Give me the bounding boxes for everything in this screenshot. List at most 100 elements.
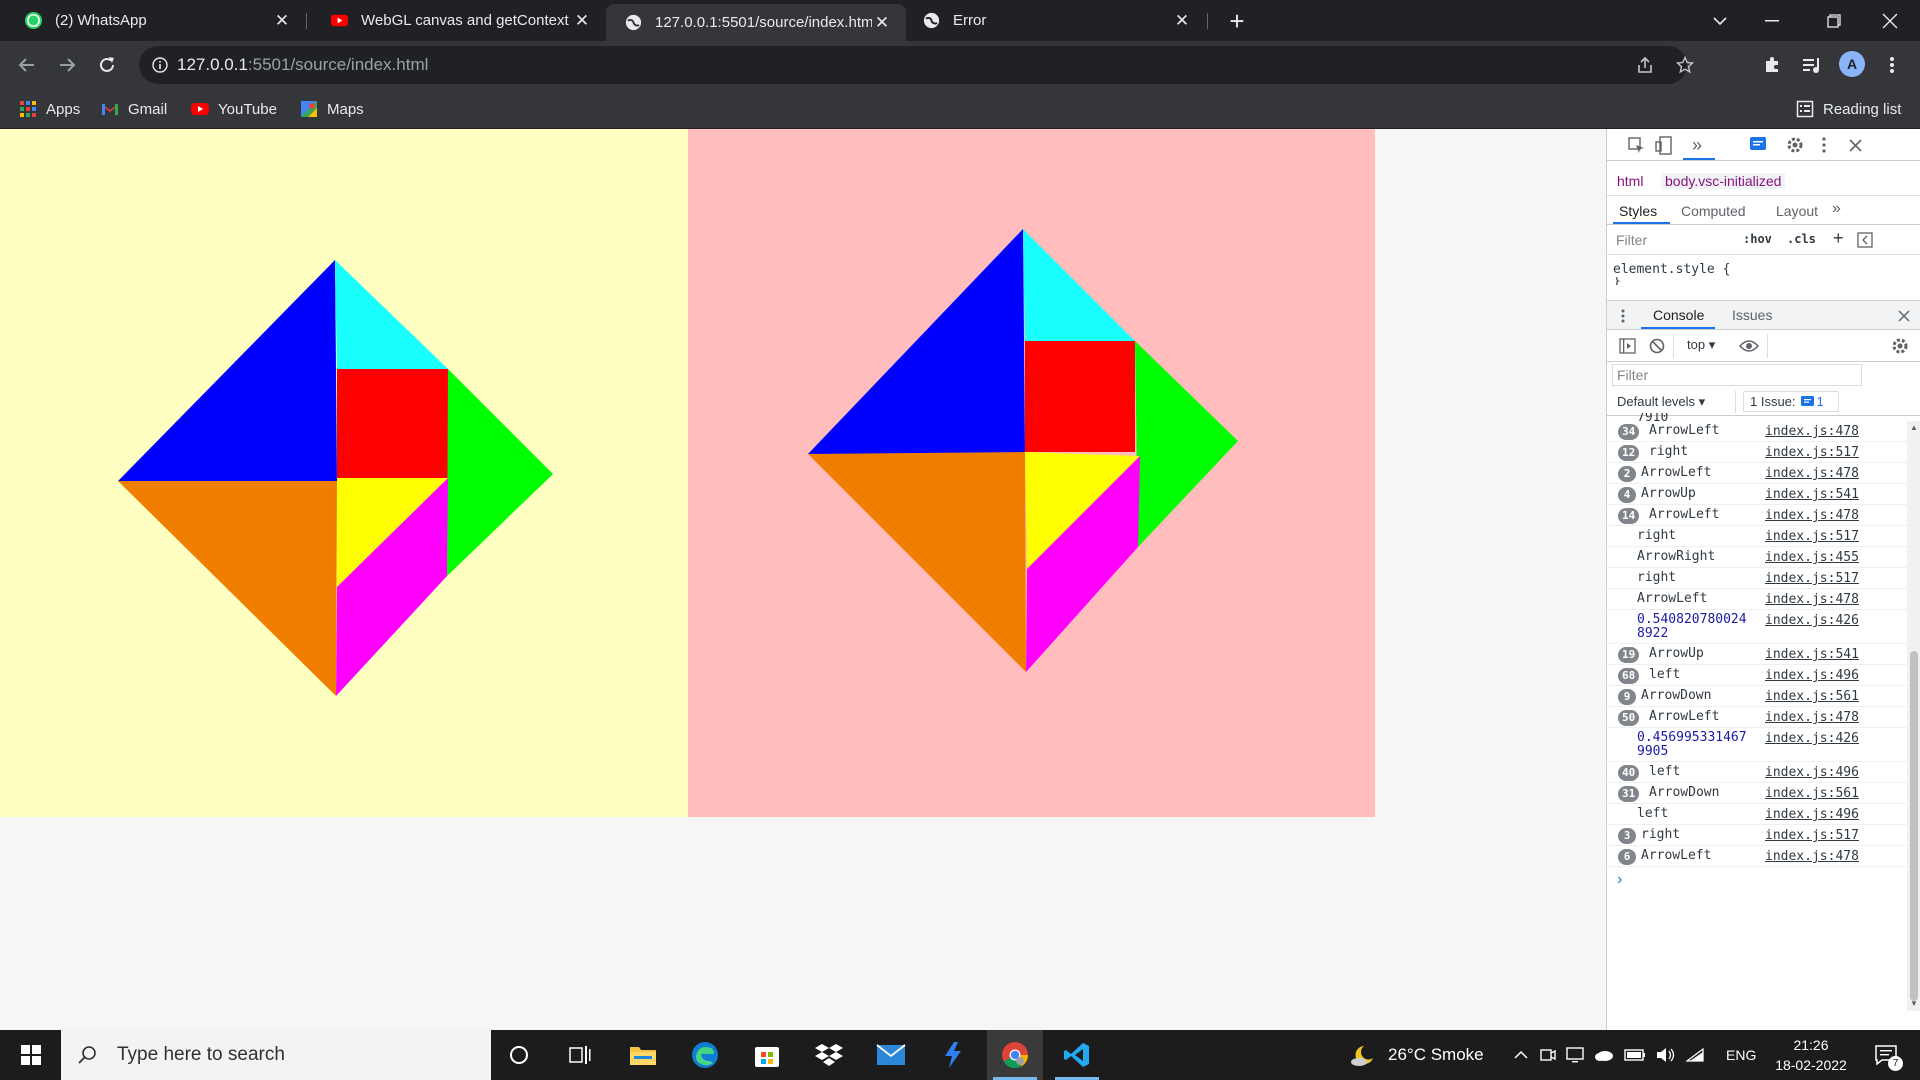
source-link[interactable]: index.js:496 [1765, 807, 1859, 822]
source-link[interactable]: index.js:517 [1765, 529, 1859, 544]
device-toggle-icon[interactable] [1652, 134, 1674, 156]
console-message[interactable]: 12 right index.js:517 [1607, 442, 1907, 463]
wifi-icon[interactable] [1686, 1047, 1704, 1063]
source-link[interactable]: index.js:478 [1765, 508, 1859, 523]
console-message[interactable]: ArrowLeft index.js:478 [1607, 589, 1907, 610]
context-selector[interactable]: top ▾ [1687, 337, 1715, 353]
reading-list-button[interactable]: Reading list [1796, 89, 1901, 129]
star-icon[interactable] [1676, 56, 1694, 74]
console-message[interactable]: 6 ArrowLeft index.js:478 [1607, 846, 1907, 867]
source-link[interactable]: index.js:478 [1765, 592, 1859, 607]
live-expression-eye-icon[interactable] [1739, 339, 1759, 353]
breadcrumb-html[interactable]: html [1617, 173, 1643, 189]
settings-gear-icon[interactable] [1784, 134, 1806, 156]
taskbar-edge[interactable] [677, 1030, 733, 1080]
taskbar-dropbox[interactable] [801, 1030, 857, 1080]
profile-avatar[interactable]: A [1839, 51, 1865, 77]
console-scrollbar[interactable]: ▲ ▼ [1907, 421, 1920, 1011]
close-devtools-icon[interactable] [1844, 134, 1866, 156]
webgl-canvas-right[interactable] [688, 129, 1375, 817]
source-link[interactable]: index.js:561 [1765, 786, 1859, 801]
drawer-menu-icon[interactable] [1621, 309, 1625, 323]
taskbar-file-explorer[interactable] [615, 1030, 671, 1080]
source-link[interactable]: index.js:455 [1765, 550, 1859, 565]
source-link[interactable]: index.js:561 [1765, 689, 1859, 704]
info-icon[interactable] [152, 57, 168, 73]
drawer-tab-issues[interactable]: Issues [1732, 307, 1772, 323]
console-message[interactable]: 0.456995331467 9905 index.js:426 [1607, 728, 1907, 762]
console-sidebar-icon[interactable] [1619, 338, 1636, 354]
forward-button[interactable] [51, 49, 83, 81]
console-message[interactable]: 68 left index.js:496 [1607, 665, 1907, 686]
inspect-element-icon[interactable] [1625, 134, 1647, 156]
media-button[interactable] [1796, 49, 1828, 81]
issues-chat-icon[interactable] [1747, 134, 1769, 156]
source-link[interactable]: index.js:517 [1765, 445, 1859, 460]
element-style-selector[interactable]: element.style { [1613, 262, 1730, 277]
bookmark-maps[interactable]: Maps [300, 89, 364, 129]
scroll-up-icon[interactable]: ▲ [1910, 423, 1918, 432]
tab-index-html[interactable]: 127.0.0.1:5501/source/index.html ✕ [606, 4, 906, 41]
close-tab-icon[interactable]: ✕ [272, 11, 292, 31]
close-tab-icon[interactable]: ✕ [1172, 11, 1192, 31]
close-tab-icon[interactable]: ✕ [572, 11, 592, 31]
issues-badge[interactable]: 1 Issue: 1 [1743, 391, 1839, 412]
source-link[interactable]: index.js:478 [1765, 424, 1859, 439]
source-link[interactable]: index.js:496 [1765, 765, 1859, 780]
console-prompt[interactable]: › [1617, 871, 1622, 889]
console-message[interactable]: 31 ArrowDown index.js:561 [1607, 783, 1907, 804]
devtools-menu-icon[interactable] [1813, 134, 1835, 156]
close-drawer-icon[interactable] [1898, 310, 1910, 322]
tab-computed[interactable]: Computed [1681, 203, 1746, 219]
taskbar-search[interactable]: Type here to search [61, 1030, 491, 1080]
source-link[interactable]: index.js:478 [1765, 466, 1859, 481]
scroll-down-icon[interactable]: ▼ [1910, 999, 1918, 1008]
tab-webgl[interactable]: WebGL canvas and getContext - ✕ [306, 0, 606, 41]
bookmark-youtube[interactable]: YouTube [191, 89, 277, 129]
source-link[interactable]: index.js:517 [1765, 828, 1859, 843]
source-link[interactable]: index.js:478 [1765, 849, 1859, 864]
share-icon[interactable] [1636, 56, 1654, 74]
drawer-tab-console[interactable]: Console [1653, 307, 1704, 323]
source-link[interactable]: index.js:426 [1765, 731, 1859, 746]
console-message[interactable]: 19 ArrowUp index.js:541 [1607, 644, 1907, 665]
new-rule-icon[interactable]: + [1833, 228, 1844, 249]
cortana-button[interactable] [491, 1030, 547, 1080]
task-view-button[interactable] [552, 1030, 608, 1080]
taskbar-store[interactable] [739, 1030, 795, 1080]
console-message[interactable]: left index.js:496 [1607, 804, 1907, 825]
language-indicator[interactable]: ENG [1726, 1030, 1756, 1080]
extensions-button[interactable] [1756, 49, 1788, 81]
weather-widget[interactable]: 26°C Smoke [1350, 1030, 1484, 1080]
console-settings-gear-icon[interactable] [1891, 337, 1909, 355]
taskbar-mail[interactable] [863, 1030, 919, 1080]
tab-search-button[interactable] [1692, 0, 1748, 41]
taskbar-visual-studio[interactable] [925, 1030, 981, 1080]
tab-error[interactable]: Error ✕ [906, 0, 1206, 41]
restore-button[interactable] [1806, 0, 1862, 41]
url-text[interactable]: 127.0.0.1:5501/source/index.html [177, 46, 428, 84]
action-center-button[interactable]: 7 [1866, 1030, 1906, 1080]
console-message[interactable]: 2 ArrowLeft index.js:478 [1607, 463, 1907, 484]
reload-button[interactable] [91, 49, 123, 81]
source-link[interactable]: index.js:517 [1765, 571, 1859, 586]
source-link[interactable]: index.js:478 [1765, 710, 1859, 725]
console-message[interactable]: 14 ArrowLeft index.js:478 [1607, 505, 1907, 526]
minimize-button[interactable] [1744, 0, 1800, 41]
source-link[interactable]: index.js:541 [1765, 647, 1859, 662]
source-link[interactable]: index.js:541 [1765, 487, 1859, 502]
console-message[interactable]: ArrowRight index.js:455 [1607, 547, 1907, 568]
console-filter-input[interactable]: Filter [1612, 364, 1862, 386]
bookmark-apps[interactable]: Apps [19, 89, 80, 129]
browser-menu-button[interactable] [1876, 49, 1908, 81]
show-hidden-icons[interactable] [1514, 1030, 1528, 1080]
display-icon[interactable] [1566, 1046, 1584, 1064]
more-panels-icon[interactable]: » [1686, 134, 1708, 156]
taskbar-vscode[interactable] [1049, 1030, 1105, 1080]
scrollbar-thumb[interactable] [1910, 651, 1918, 1001]
tab-styles[interactable]: Styles [1619, 203, 1657, 219]
breadcrumb-body[interactable]: body.vsc-initialized [1661, 173, 1786, 189]
console-message[interactable]: 4 ArrowUp index.js:541 [1607, 484, 1907, 505]
taskbar-chrome[interactable] [987, 1030, 1043, 1080]
console-message[interactable]: 9 ArrowDown index.js:561 [1607, 686, 1907, 707]
